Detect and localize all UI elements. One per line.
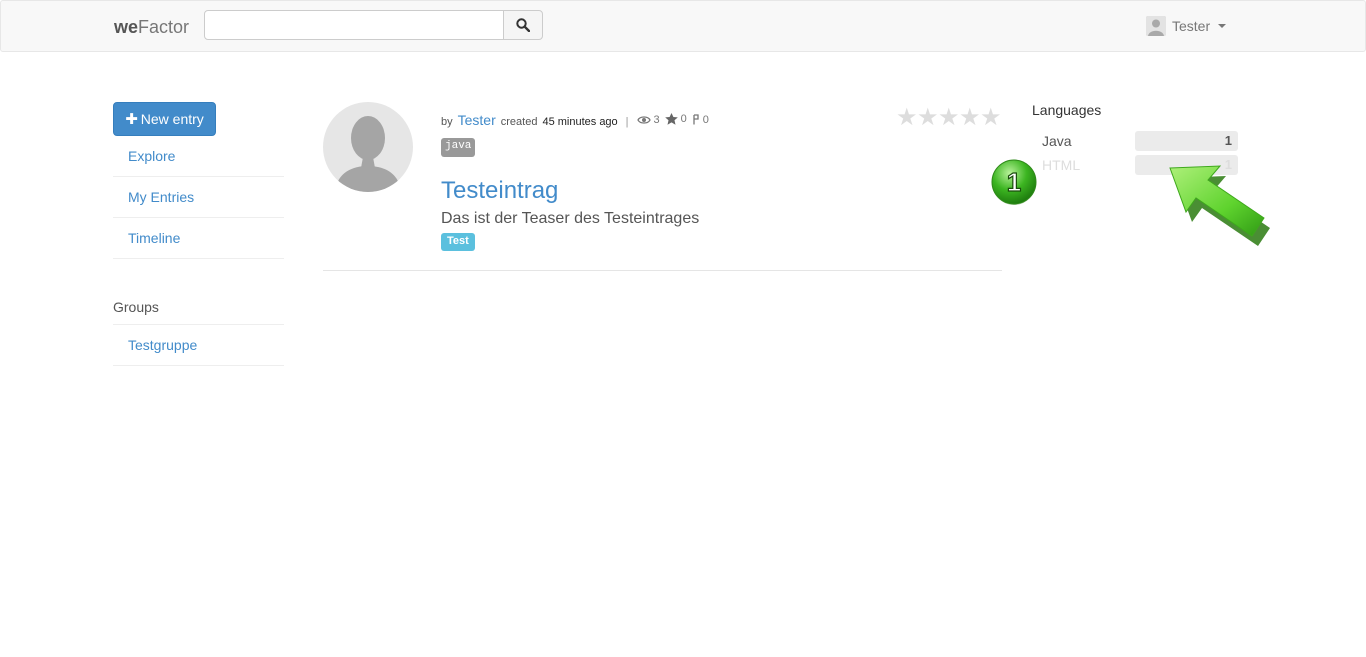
star-rating-icon[interactable]: ★ [896,106,918,130]
meta-separator: | [625,116,629,128]
language-label: java [441,138,476,157]
forks-stat: 0 [692,114,709,126]
forks-count: 0 [702,113,709,126]
top-navbar: weFactor Tester [0,0,1366,52]
stars-stat: 0 [664,113,687,125]
created-time: 45 minutes ago [542,116,618,128]
groups-list: Testgruppe [113,324,284,366]
rating-stars[interactable]: ★ ★ ★ ★ ★ [896,106,1002,130]
sidebar-nav: Explore My Entries Timeline [113,136,284,259]
sidebar-item-my-entries[interactable]: My Entries [113,177,284,218]
step-number-text: 1 [1007,167,1021,197]
sidebar-item-explore[interactable]: Explore [113,136,284,177]
views-stat: 3 [636,114,660,126]
star-rating-icon[interactable]: ★ [959,106,981,130]
entry-divider [323,270,1002,271]
entry-title-link[interactable]: Testeintrag [441,177,558,205]
search-icon [516,18,530,32]
created-label: created [500,116,538,128]
language-row-java[interactable]: Java 1 [1042,131,1238,151]
star-rating-icon[interactable]: ★ [938,106,960,130]
language-bar: 1 [1135,131,1238,151]
brand-logo[interactable]: weFactor [114,17,189,38]
language-name: Java [1042,133,1072,149]
pointer-arrow-icon [1169,165,1270,246]
star-rating-icon[interactable]: ★ [980,106,1002,130]
entry-author-avatar[interactable] [323,102,413,192]
search-button[interactable] [503,10,543,40]
eye-icon [636,116,651,124]
user-avatar-icon [1146,16,1166,36]
plus-icon: ✚ [125,111,138,128]
author-link[interactable]: Tester [458,112,496,128]
language-name: HTML [1042,157,1081,173]
fork-icon [693,114,699,125]
step-number-badge: 1 [991,159,1037,205]
entry-teaser: Das ist der Teaser des Testeintrages [441,210,700,227]
stars-count: 0 [680,113,687,125]
groups-heading: Groups [113,299,159,315]
star-icon [664,113,678,125]
by-label: by [441,116,453,128]
languages-heading: Languages [1032,102,1102,118]
entry-meta: by Tester created 45 minutes ago | 3 0 0 [441,112,709,128]
user-name: Tester [1172,18,1211,34]
user-silhouette-icon [335,116,401,192]
star-rating-icon[interactable]: ★ [917,106,939,130]
new-entry-button[interactable]: ✚ New entry [113,102,216,136]
views-count: 3 [653,114,660,126]
sidebar-item-testgruppe[interactable]: Testgruppe [113,325,284,366]
sidebar-item-timeline[interactable]: Timeline [113,218,284,259]
user-menu[interactable]: Tester [1146,16,1227,36]
tag-badge[interactable]: Test [441,233,475,251]
search-input[interactable] [204,10,504,40]
chevron-down-icon [1218,24,1227,28]
language-count: 1 [1224,133,1232,148]
